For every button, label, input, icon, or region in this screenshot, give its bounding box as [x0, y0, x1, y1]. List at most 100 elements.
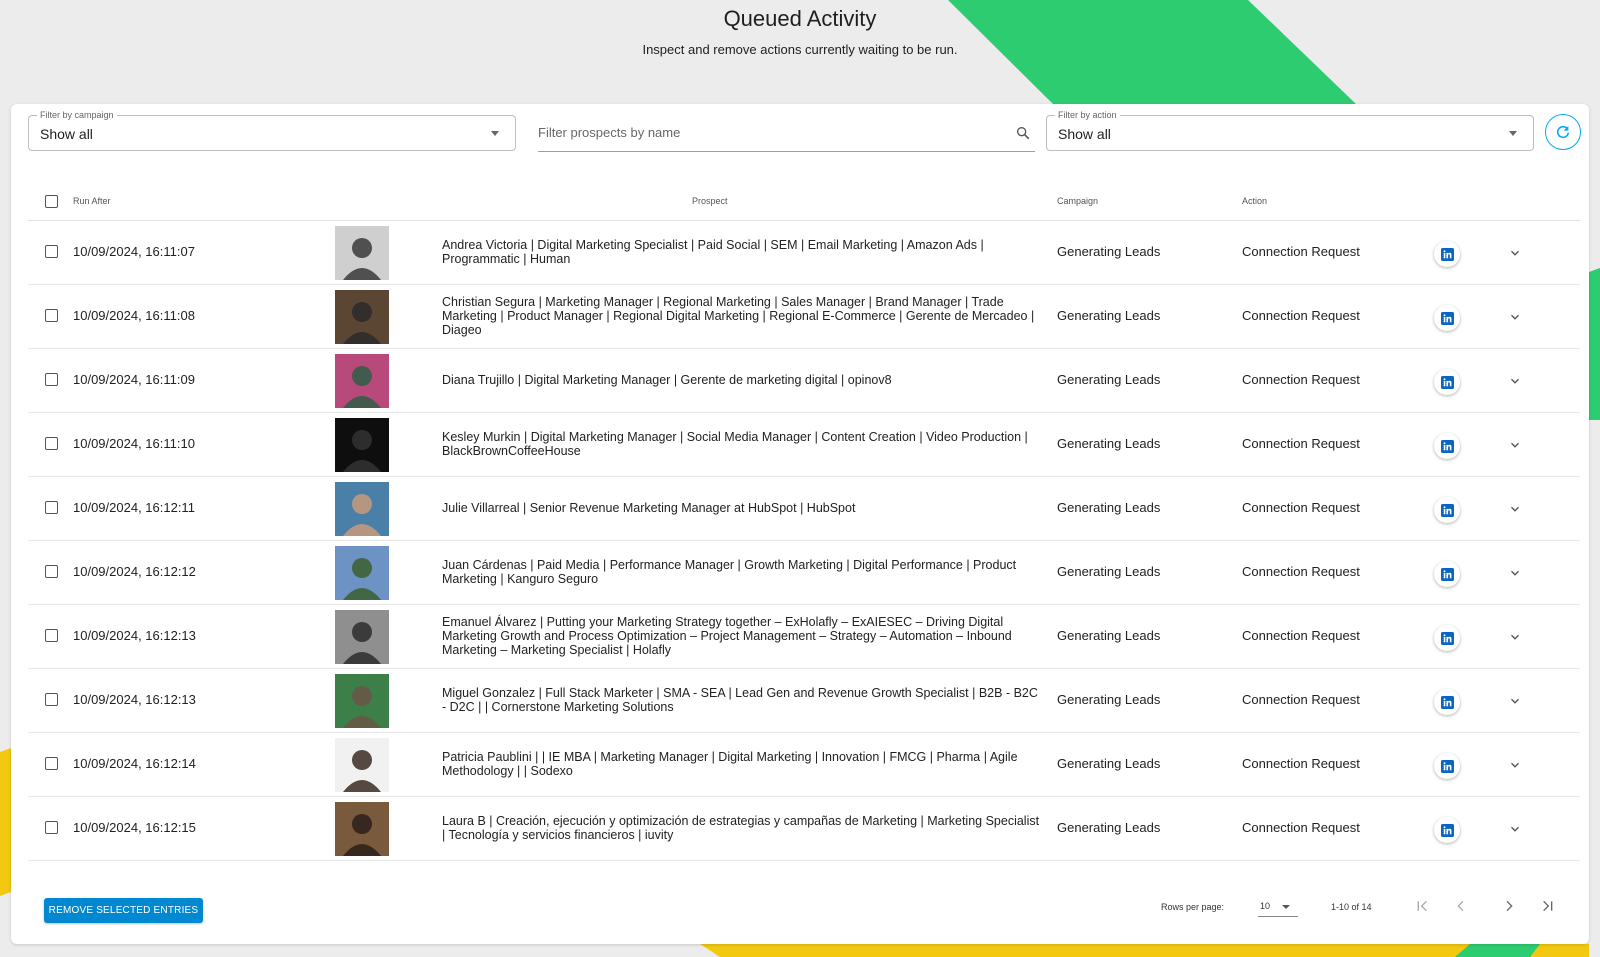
table-row: 10/09/2024, 16:11:07 Andrea Victoria | Di…	[28, 220, 1580, 285]
pagination-range: 1-10 of 14	[1331, 902, 1372, 912]
row-checkbox[interactable]	[45, 693, 58, 706]
expand-row-button[interactable]	[1508, 246, 1522, 265]
expand-row-button[interactable]	[1508, 566, 1522, 585]
last-page-button[interactable]	[1535, 894, 1559, 918]
next-page-button[interactable]	[1497, 894, 1521, 918]
remove-selected-button[interactable]: REMOVE SELECTED ENTRIES	[44, 898, 203, 923]
campaign-cell: Generating Leads	[1057, 244, 1161, 259]
avatar	[335, 674, 389, 728]
prospect-cell: Diana Trujillo | Digital Marketing Manag…	[442, 373, 892, 387]
prospect-cell: Emanuel Álvarez | Putting your Marketing…	[442, 615, 1012, 657]
previous-page-button[interactable]	[1449, 894, 1473, 918]
row-checkbox[interactable]	[45, 501, 58, 514]
chevron-down-icon	[1511, 442, 1519, 448]
queued-activity-card: Filter by campaign Show all Filter by ac…	[11, 104, 1589, 944]
linkedin-profile-button[interactable]	[1434, 753, 1460, 779]
row-checkbox[interactable]	[45, 245, 58, 258]
expand-row-button[interactable]	[1508, 758, 1522, 777]
run-after-cell: 10/09/2024, 16:11:08	[73, 308, 195, 323]
linkedin-profile-button[interactable]	[1434, 369, 1460, 395]
prospect-cell: Miguel Gonzalez | Full Stack Marketer | …	[442, 686, 1038, 714]
run-after-cell: 10/09/2024, 16:12:11	[73, 500, 195, 515]
action-cell: Connection Request	[1242, 308, 1360, 323]
chevron-down-icon	[1511, 250, 1519, 256]
column-header-run-after[interactable]: Run After	[73, 196, 111, 206]
linkedin-profile-button[interactable]	[1434, 817, 1460, 843]
prospect-cell: Patricia Paublini | | IE MBA | Marketing…	[442, 750, 1018, 778]
search-icon[interactable]	[1015, 125, 1031, 146]
run-after-cell: 10/09/2024, 16:12:12	[73, 564, 196, 579]
linkedin-profile-button[interactable]	[1434, 305, 1460, 331]
row-checkbox[interactable]	[45, 757, 58, 770]
table-row: 10/09/2024, 16:11:09 Diana Trujillo | Dig…	[28, 348, 1580, 413]
run-after-cell: 10/09/2024, 16:12:15	[73, 820, 196, 835]
linkedin-icon	[1440, 375, 1454, 389]
run-after-cell: 10/09/2024, 16:12:13	[73, 692, 196, 707]
prospect-cell: Julie Villarreal | Senior Revenue Market…	[442, 501, 856, 515]
run-after-cell: 10/09/2024, 16:12:14	[73, 756, 196, 771]
campaign-cell: Generating Leads	[1057, 692, 1161, 707]
linkedin-icon	[1440, 823, 1454, 837]
table-row: 10/09/2024, 16:12:11 Julie Villarreal | S…	[28, 476, 1580, 541]
avatar	[335, 610, 389, 664]
rows-per-page-select[interactable]: 10	[1258, 894, 1298, 917]
linkedin-icon	[1440, 695, 1454, 709]
select-all-checkbox[interactable]	[45, 195, 58, 208]
column-header-campaign[interactable]: Campaign	[1057, 196, 1098, 206]
row-checkbox[interactable]	[45, 309, 58, 322]
campaign-cell: Generating Leads	[1057, 372, 1161, 387]
rows-per-page-value: 10	[1260, 901, 1271, 911]
refresh-button[interactable]	[1545, 114, 1581, 150]
prospect-search-input[interactable]	[538, 120, 978, 140]
chevron-down-icon	[1511, 314, 1519, 320]
avatar	[335, 290, 389, 344]
row-checkbox[interactable]	[45, 565, 58, 578]
row-checkbox[interactable]	[45, 629, 58, 642]
table-row: 10/09/2024, 16:12:15 Laura B | Creación, …	[28, 796, 1580, 861]
table-row: 10/09/2024, 16:11:10 Kesley Murkin | Digi…	[28, 412, 1580, 477]
avatar	[335, 546, 389, 600]
campaign-filter-select[interactable]: Filter by campaign Show all	[28, 110, 516, 151]
linkedin-profile-button[interactable]	[1434, 433, 1460, 459]
column-header-prospect[interactable]: Prospect	[692, 196, 728, 206]
expand-row-button[interactable]	[1508, 630, 1522, 649]
first-page-button[interactable]	[1411, 894, 1435, 918]
last-page-icon	[1543, 900, 1553, 912]
linkedin-profile-button[interactable]	[1434, 625, 1460, 651]
linkedin-profile-button[interactable]	[1434, 561, 1460, 587]
table-row: 10/09/2024, 16:12:14 Patricia Paublini | …	[28, 732, 1580, 797]
campaign-cell: Generating Leads	[1057, 500, 1161, 515]
action-cell: Connection Request	[1242, 692, 1360, 707]
campaign-cell: Generating Leads	[1057, 436, 1161, 451]
caret-down-icon	[1509, 131, 1517, 136]
expand-row-button[interactable]	[1508, 502, 1522, 521]
linkedin-icon	[1440, 759, 1454, 773]
row-checkbox[interactable]	[45, 373, 58, 386]
action-cell: Connection Request	[1242, 756, 1360, 771]
expand-row-button[interactable]	[1508, 310, 1522, 329]
column-header-action[interactable]: Action	[1242, 196, 1267, 206]
run-after-cell: 10/09/2024, 16:11:07	[73, 244, 195, 259]
linkedin-profile-button[interactable]	[1434, 497, 1460, 523]
expand-row-button[interactable]	[1508, 438, 1522, 457]
action-cell: Connection Request	[1242, 628, 1360, 643]
action-filter-select[interactable]: Filter by action Show all	[1046, 110, 1534, 151]
prospect-cell: Kesley Murkin | Digital Marketing Manage…	[442, 430, 1028, 458]
campaign-filter-value: Show all	[40, 126, 93, 142]
table-row: 10/09/2024, 16:12:12 Juan Cárdenas | Paid…	[28, 540, 1580, 605]
linkedin-profile-button[interactable]	[1434, 241, 1460, 267]
row-checkbox[interactable]	[45, 437, 58, 450]
prospect-cell: Christian Segura | Marketing Manager | R…	[442, 295, 1035, 337]
row-checkbox[interactable]	[45, 821, 58, 834]
action-cell: Connection Request	[1242, 820, 1360, 835]
chevron-down-icon	[1511, 506, 1519, 512]
expand-row-button[interactable]	[1508, 822, 1522, 841]
action-filter-value: Show all	[1058, 126, 1111, 142]
linkedin-profile-button[interactable]	[1434, 689, 1460, 715]
chevron-down-icon	[1511, 378, 1519, 384]
expand-row-button[interactable]	[1508, 694, 1522, 713]
action-filter-label: Filter by action	[1055, 110, 1120, 120]
caret-down-icon	[1282, 905, 1290, 909]
expand-row-button[interactable]	[1508, 374, 1522, 393]
run-after-cell: 10/09/2024, 16:11:10	[73, 436, 195, 451]
